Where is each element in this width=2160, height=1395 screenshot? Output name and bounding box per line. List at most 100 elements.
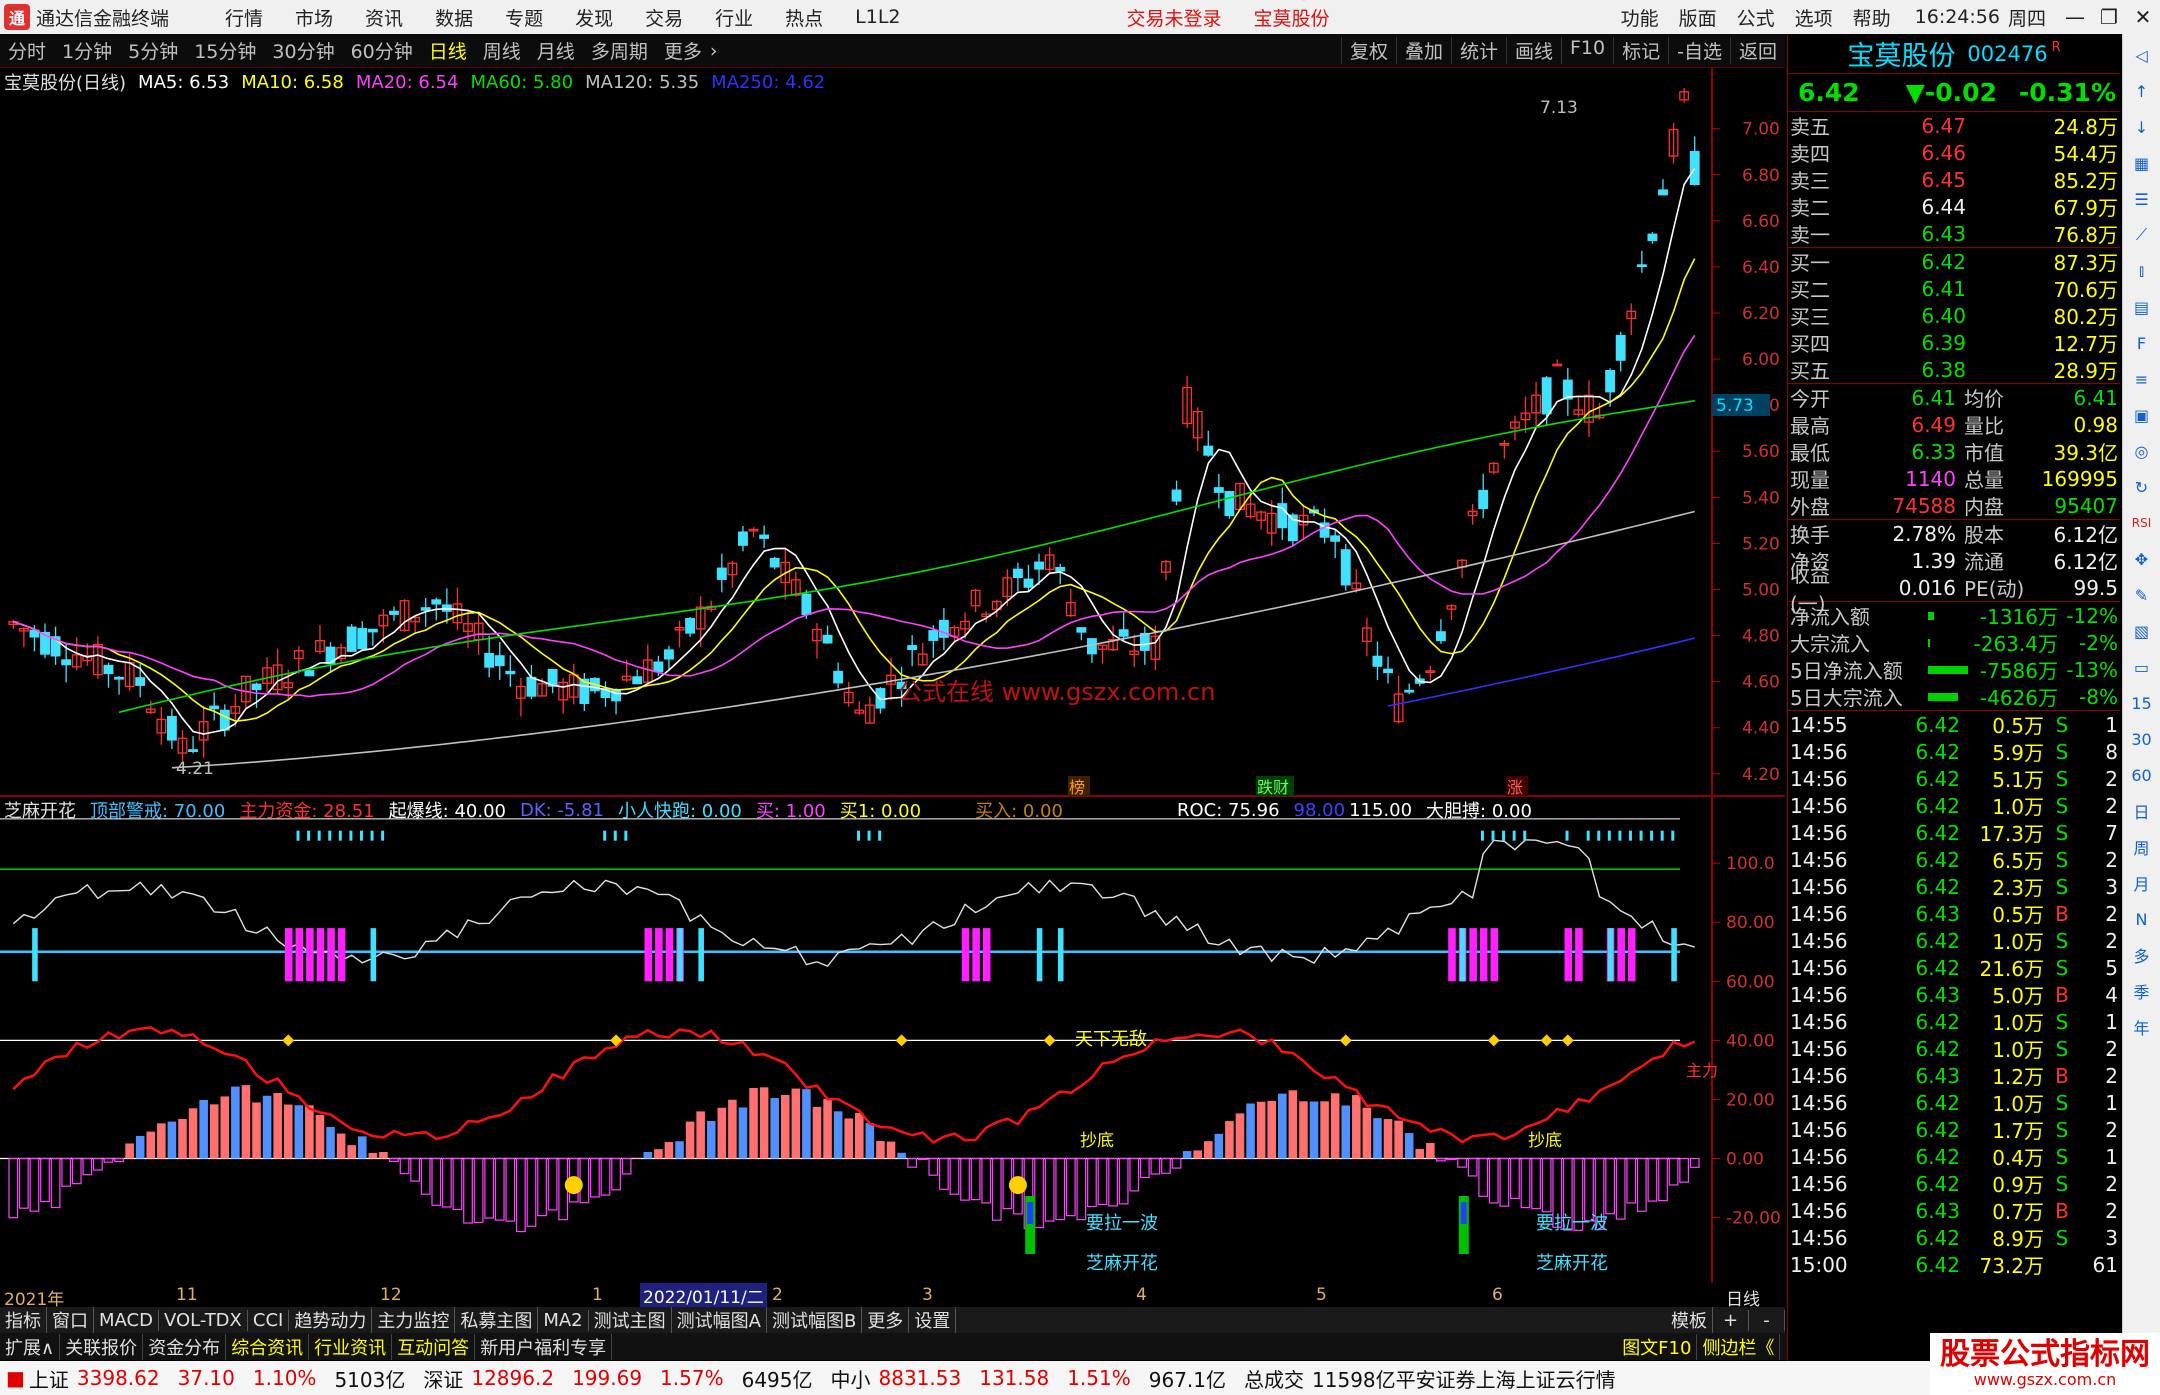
tab-f10[interactable]: 图文F10 [1617,1333,1698,1360]
tool-zixuan[interactable]: -自选 [1668,37,1730,64]
bid-row[interactable]: 买三 6.40 80.2万 [1788,302,2120,330]
bid-row[interactable]: 买一 6.42 87.3万 [1788,248,2120,276]
tab-expand[interactable]: 扩展∧ [0,1333,61,1360]
period-60[interactable]: 60 [2127,760,2157,790]
tab-settings[interactable]: 设置 [909,1307,957,1333]
period-week[interactable]: 周 [2127,832,2157,862]
period-season[interactable]: 季 [2127,976,2157,1006]
ask-row[interactable]: 卖四 6.46 54.4万 [1788,139,2120,167]
move-icon[interactable]: ✥ [2127,544,2157,574]
menu-banmian[interactable]: 版面 [1679,4,1717,31]
period-year[interactable]: 年 [2127,1012,2157,1042]
menu-hangqing[interactable]: 行情 [225,4,263,31]
menu-hangye[interactable]: 行业 [715,4,753,31]
list-icon[interactable]: ≡ [2127,364,2157,394]
menu-gongshi[interactable]: 公式 [1737,4,1775,31]
rsi-icon[interactable]: RSI [2127,508,2157,538]
indicator-title[interactable]: 芝麻开花 [4,797,76,823]
tab-chuangkou[interactable]: 窗口 [47,1307,94,1333]
period-5min[interactable]: 5分钟 [120,37,186,64]
menu-bangzhu[interactable]: 帮助 [1853,4,1891,31]
tab-sidebar[interactable]: 侧边栏《 [1697,1333,1781,1360]
f10-icon[interactable]: F [2127,328,2157,358]
period-multi[interactable]: 多 [2127,940,2157,970]
tab-cci[interactable]: CCI [248,1309,290,1331]
bid-row[interactable]: 买四 6.39 12.7万 [1788,329,2120,357]
period-60min[interactable]: 60分钟 [343,37,421,64]
period-fenshi[interactable]: 分时 [0,37,54,64]
period-more[interactable]: 更多 [656,37,710,64]
menu-zhuanti[interactable]: 专题 [505,4,543,31]
tab-zonghe[interactable]: 综合资讯 [226,1333,310,1360]
close-icon[interactable]: ✕ [2126,5,2160,29]
menu-gongneng[interactable]: 功能 [1621,4,1659,31]
tab-zhibiao[interactable]: 指标 [0,1307,47,1333]
period-15min[interactable]: 15分钟 [186,37,264,64]
tab-guanlian[interactable]: 关联报价 [60,1333,144,1360]
sh-name[interactable]: 上证 [29,1364,69,1393]
tab-hudong[interactable]: 互动问答 [392,1333,476,1360]
period-day[interactable]: 日 [2127,796,2157,826]
add-button[interactable]: + [1713,1309,1749,1331]
period-30min[interactable]: 30分钟 [264,37,342,64]
doc-icon[interactable]: ▣ [2127,400,2157,430]
refresh-icon[interactable]: ↻ [2127,472,2157,502]
period-1min[interactable]: 1分钟 [54,37,120,64]
tab-ceshi-a[interactable]: 测试幅图A [672,1307,767,1333]
menu-shuju[interactable]: 数据 [435,4,473,31]
pen-icon[interactable]: ✎ [2127,580,2157,610]
kline-chart-area[interactable]: 7.006.806.606.406.206.005.805.605.405.20… [0,68,1785,1283]
tab-hangye-zixun[interactable]: 行业资讯 [309,1333,393,1360]
chart-icon[interactable]: ▦ [2127,148,2157,178]
menu-faxian[interactable]: 发现 [575,4,613,31]
target-icon[interactable]: ◎ [2127,436,2157,466]
period-monthly[interactable]: 月线 [529,37,583,64]
period-30[interactable]: 30 [2127,724,2157,754]
menu-l1l2[interactable]: L1L2 [855,6,900,28]
trade-login-status[interactable]: 交易未登录 [1127,4,1222,31]
remove-button[interactable]: - [1749,1309,1785,1331]
expand-icon[interactable]: ◁ [2127,40,2157,70]
table-icon[interactable]: ☰ [2127,184,2157,214]
tool-fanhui[interactable]: 返回 [1729,37,1785,64]
tab-macd[interactable]: MACD [94,1309,159,1331]
ask-row[interactable]: 卖一 6.43 76.8万 [1788,220,2120,248]
bid-row[interactable]: 买五 6.38 28.9万 [1788,356,2120,384]
tool-diejia[interactable]: 叠加 [1395,37,1451,64]
ask-row[interactable]: 卖三 6.45 85.2万 [1788,166,2120,194]
kline-icon[interactable]: ⫾ [2127,256,2157,286]
template-button[interactable]: 模板 [1666,1307,1713,1333]
chevron-right-icon[interactable]: › [710,40,718,62]
tab-ma2[interactable]: MA2 [538,1309,589,1331]
tool-huaxian[interactable]: 画线 [1505,37,1561,64]
fs-icon[interactable]: ▧ [2127,616,2157,646]
tab-vol[interactable]: VOL-TDX [159,1309,248,1331]
trend-icon[interactable]: ⟋ [2127,220,2157,250]
period-weekly[interactable]: 周线 [475,37,529,64]
ask-row[interactable]: 卖五 6.47 24.8万 [1788,112,2120,140]
tab-zijin[interactable]: 资金分布 [143,1333,227,1360]
period-daily[interactable]: 日线 [421,37,475,64]
tab-ceshi-b[interactable]: 测试幅图B [767,1307,863,1333]
period-15[interactable]: 15 [2127,688,2157,718]
menu-zixun[interactable]: 资讯 [365,4,403,31]
grid-icon[interactable]: ▤ [2127,292,2157,322]
menu-xuanxiang[interactable]: 选项 [1795,4,1833,31]
restore-icon[interactable]: ❐ [2092,5,2126,29]
menu-redian[interactable]: 热点 [785,4,823,31]
menu-jiaoyi[interactable]: 交易 [645,4,683,31]
badge-diecai[interactable]: 跌财 [1256,776,1294,797]
period-multi[interactable]: 多周期 [583,37,656,64]
tab-more[interactable]: 更多 [862,1307,910,1333]
tab-zhuli[interactable]: 主力监控 [372,1307,456,1333]
minimize-icon[interactable]: — [2058,5,2092,29]
menu-shichang[interactable]: 市场 [295,4,333,31]
badge-zhang[interactable]: 涨 [1506,776,1528,797]
tool-biaoji[interactable]: 标记 [1613,37,1668,64]
screen-icon[interactable]: ▭ [2127,652,2157,682]
bid-row[interactable]: 买二 6.41 70.6万 [1788,275,2120,303]
sz-name[interactable]: 深证 [423,1364,463,1393]
down-arrow-icon[interactable]: ↓ [2127,112,2157,142]
tab-simu[interactable]: 私募主图 [455,1307,539,1333]
ask-row[interactable]: 卖二 6.44 67.9万 [1788,193,2120,221]
